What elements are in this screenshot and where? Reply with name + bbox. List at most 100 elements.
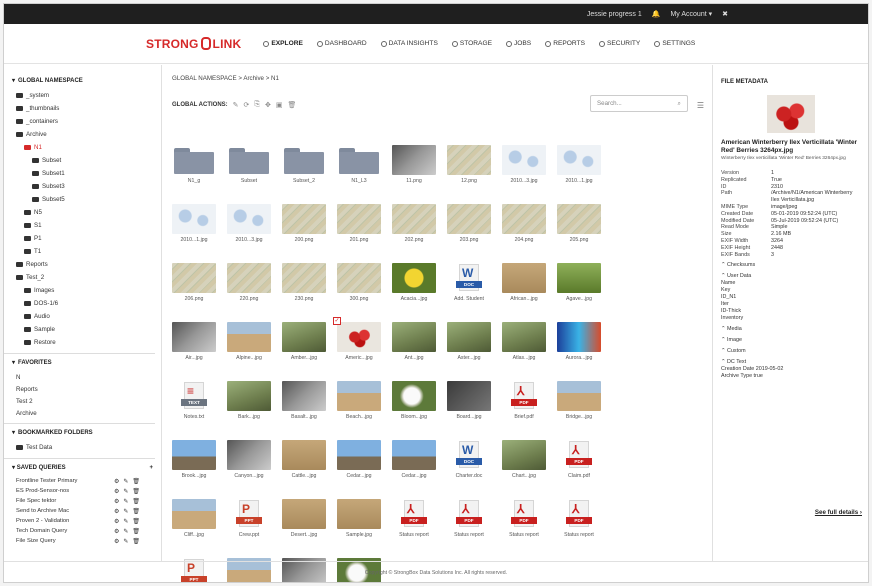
run-query-icon[interactable]: ⚙ xyxy=(114,508,119,515)
file-tile[interactable]: Air...jpg xyxy=(172,322,216,364)
nav-tab-storage[interactable]: STORAGE xyxy=(451,40,492,47)
rename-icon[interactable]: ✎ xyxy=(233,101,239,109)
file-tile[interactable]: ⅄ PDF Brief.pdf xyxy=(502,381,546,423)
favorite-item[interactable]: Test 2 xyxy=(12,395,161,407)
file-tile[interactable]: Acacia...jpg xyxy=(392,263,436,305)
tree-item[interactable]: N1 xyxy=(12,141,161,154)
favorite-item[interactable]: Archive xyxy=(12,407,161,419)
file-tile[interactable]: Aurora...jpg xyxy=(557,322,601,364)
file-tile[interactable]: 12.png xyxy=(447,145,491,187)
tree-item[interactable]: N5 xyxy=(12,206,161,219)
file-tile[interactable]: 206.png xyxy=(172,263,216,305)
tree-item[interactable]: Reports xyxy=(12,258,161,271)
file-tile[interactable]: ⅄ PDF Status report xyxy=(557,499,601,541)
file-tile[interactable]: 205.png xyxy=(557,204,601,246)
copy-icon[interactable]: ⎘ xyxy=(254,101,260,109)
tree-item[interactable]: S1 xyxy=(12,219,161,232)
nav-tab-reports[interactable]: REPORTS xyxy=(545,40,585,47)
tree-item[interactable]: Test_2 xyxy=(12,271,161,284)
global-namespace-header[interactable]: ▾ GLOBAL NAMESPACE xyxy=(12,77,161,85)
file-tile[interactable]: Atlas...jpg xyxy=(502,322,546,364)
file-tile[interactable]: Board...jpg xyxy=(447,381,491,423)
tree-item[interactable]: _containers xyxy=(12,115,161,128)
account-menu[interactable]: My Account ▾ xyxy=(670,10,712,18)
run-query-icon[interactable]: ⚙ xyxy=(114,498,119,505)
delete-query-icon[interactable]: 🗑 xyxy=(132,538,140,545)
file-tile[interactable]: Cedar...jpg xyxy=(337,440,381,482)
tree-item[interactable]: _thumbnails xyxy=(12,102,161,115)
file-tile[interactable]: Beach...jpg xyxy=(337,381,381,423)
edit-query-icon[interactable]: ✎ xyxy=(123,478,128,485)
folder-tile[interactable]: N1_L3 xyxy=(337,145,381,187)
saved-query-item[interactable]: Send to Archive Mac ⚙ ✎ 🗑 xyxy=(12,506,161,516)
file-tile[interactable]: 200.png xyxy=(282,204,326,246)
metadata-group[interactable]: ⌃ DC Text xyxy=(721,359,860,366)
nav-tab-explore[interactable]: EXPLORE xyxy=(263,40,303,47)
breadcrumb[interactable]: GLOBAL NAMESPACE > Archive > N1 xyxy=(172,75,712,82)
file-tile[interactable]: P PPT Crew.ppt xyxy=(227,499,271,541)
saved-query-item[interactable]: Frontline Tester Primary ⚙ ✎ 🗑 xyxy=(12,476,161,486)
file-tile[interactable]: 2010...3.jpg xyxy=(227,204,271,246)
file-tile[interactable]: 220.png xyxy=(227,263,271,305)
saved-query-item[interactable]: File Spec tektor ⚙ ✎ 🗑 xyxy=(12,496,161,506)
file-tile[interactable]: ⅄ PDF Status report xyxy=(392,499,436,541)
folder-tile[interactable]: N1_g xyxy=(172,145,216,187)
metadata-group[interactable]: ⌃ Custom xyxy=(721,348,860,355)
delete-query-icon[interactable]: 🗑 xyxy=(132,518,140,525)
tree-item[interactable]: DOS-1/6 xyxy=(12,297,161,310)
file-tile[interactable]: W DOC Add. Student xyxy=(447,263,491,305)
tree-item[interactable]: T1 xyxy=(12,245,161,258)
tree-item[interactable]: Subset xyxy=(12,154,161,167)
file-tile[interactable]: Aster...jpg xyxy=(447,322,491,364)
new-folder-icon[interactable]: ▣ xyxy=(276,101,283,109)
file-tile[interactable]: Bridge...jpg xyxy=(557,381,601,423)
tree-item[interactable]: Subset1 xyxy=(12,167,161,180)
file-tile[interactable]: ✓ Americ...jpg xyxy=(333,317,381,364)
metadata-group[interactable]: ⌃ Media xyxy=(721,326,860,333)
saved-queries-header[interactable]: ▾ SAVED QUERIES + xyxy=(12,464,161,472)
signout-icon[interactable]: ✖ xyxy=(722,10,728,18)
file-tile[interactable]: 202.png xyxy=(392,204,436,246)
file-tile[interactable]: 204.png xyxy=(502,204,546,246)
folder-tile[interactable]: Subset xyxy=(227,145,271,187)
move-icon[interactable]: ✥ xyxy=(265,101,271,109)
user-status[interactable]: Jessie progress 1 xyxy=(587,11,642,18)
file-tile[interactable]: Basalt...jpg xyxy=(282,381,326,423)
file-tile[interactable]: W DOC Charter.doc xyxy=(447,440,491,482)
tree-item[interactable]: Sample xyxy=(12,323,161,336)
run-query-icon[interactable]: ⚙ xyxy=(114,538,119,545)
run-query-icon[interactable]: ⚙ xyxy=(114,478,119,485)
favorite-item[interactable]: N xyxy=(12,371,161,383)
file-tile[interactable]: Brook...jpg xyxy=(172,440,216,482)
file-tile[interactable]: 2010...3.jpg xyxy=(502,145,546,187)
file-tile[interactable]: 203.png xyxy=(447,204,491,246)
refresh-icon[interactable]: ⟳ xyxy=(244,101,250,109)
tree-item[interactable]: Archive xyxy=(12,128,161,141)
favorite-item[interactable]: Reports xyxy=(12,383,161,395)
file-tile[interactable]: ⅄ PDF Claim.pdf xyxy=(557,440,601,482)
file-tile[interactable]: 201.png xyxy=(337,204,381,246)
file-tile[interactable]: Agave...jpg xyxy=(557,263,601,305)
metadata-group[interactable]: ⌃ Checksums xyxy=(721,262,860,269)
delete-query-icon[interactable]: 🗑 xyxy=(132,488,140,495)
saved-query-item[interactable]: Proven 2 - Validation ⚙ ✎ 🗑 xyxy=(12,516,161,526)
run-query-icon[interactable]: ⚙ xyxy=(114,518,119,525)
file-tile[interactable]: ⅄ PDF Status report xyxy=(502,499,546,541)
file-tile[interactable]: 11.png xyxy=(392,145,436,187)
edit-query-icon[interactable]: ✎ xyxy=(123,488,128,495)
tree-item[interactable]: P1 xyxy=(12,232,161,245)
file-tile[interactable]: ⅄ PDF Status report xyxy=(447,499,491,541)
edit-query-icon[interactable]: ✎ xyxy=(123,518,128,525)
bell-icon[interactable]: 🔔 xyxy=(652,10,661,18)
delete-query-icon[interactable]: 🗑 xyxy=(132,478,140,485)
file-tile[interactable]: Ant...jpg xyxy=(392,322,436,364)
tree-item[interactable]: Subset5 xyxy=(12,193,161,206)
tree-item[interactable]: Audio xyxy=(12,310,161,323)
file-tile[interactable]: Cedar...jpg xyxy=(392,440,436,482)
nav-tab-jobs[interactable]: JOBS xyxy=(505,40,531,47)
trash-icon[interactable]: 🗑 xyxy=(288,101,297,109)
nav-tab-data-insights[interactable]: DATA INSIGHTS xyxy=(380,40,438,47)
run-query-icon[interactable]: ⚙ xyxy=(114,528,119,535)
saved-query-item[interactable]: File Size Query ⚙ ✎ 🗑 xyxy=(12,536,161,546)
edit-query-icon[interactable]: ✎ xyxy=(123,528,128,535)
